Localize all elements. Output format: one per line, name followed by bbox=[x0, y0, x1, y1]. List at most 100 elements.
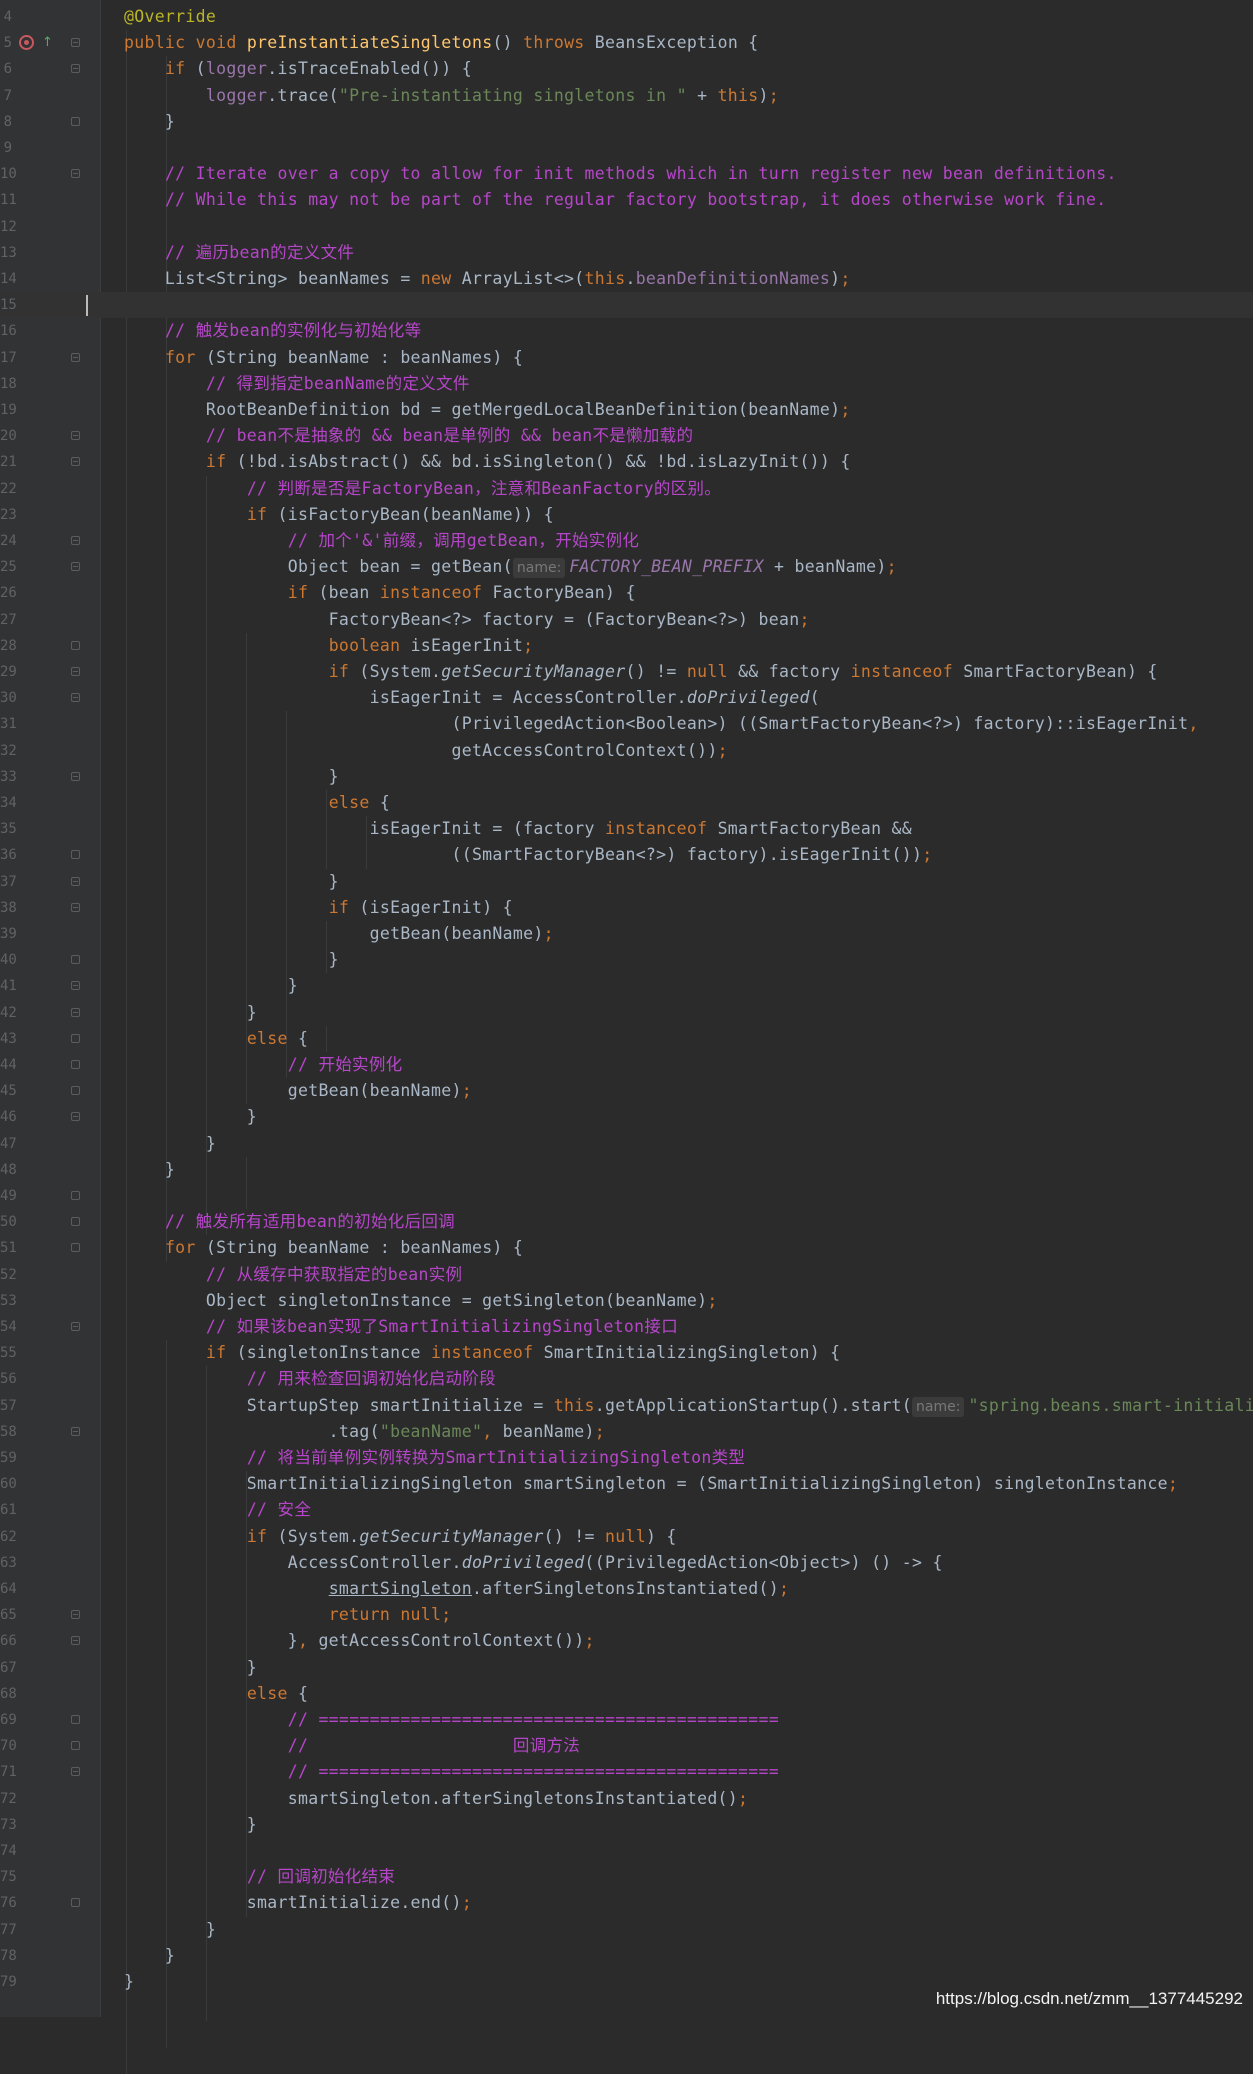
code-line[interactable]: 14 List<String> beanNames = new ArrayLis… bbox=[0, 266, 1253, 292]
code-line[interactable]: 38 if (isEagerInit) { bbox=[0, 895, 1253, 921]
code-line[interactable]: 26 if (bean instanceof FactoryBean) { bbox=[0, 580, 1253, 606]
code-line[interactable]: 51 for (String beanName : beanNames) { bbox=[0, 1235, 1253, 1261]
code-line[interactable]: 36 ((SmartFactoryBean<?>) factory).isEag… bbox=[0, 842, 1253, 868]
code-line[interactable]: 23 if (isFactoryBean(beanName)) { bbox=[0, 502, 1253, 528]
code-line[interactable]: 58 .tag("beanName", beanName); bbox=[0, 1419, 1253, 1445]
fold-marker-icon[interactable] bbox=[71, 693, 80, 703]
code-line[interactable]: 19 RootBeanDefinition bd = getMergedLoca… bbox=[0, 397, 1253, 423]
code-line[interactable]: 68 else { bbox=[0, 1681, 1253, 1707]
code-editor[interactable]: 4 @Override 5 ↑ public void preInstantiateSi… bbox=[0, 0, 1253, 2074]
code-line[interactable]: 32 getAccessControlContext()); bbox=[0, 738, 1253, 764]
override-breakpoint-icon[interactable] bbox=[19, 35, 34, 51]
code-line[interactable]: 29 if (System.getSecurityManager() != nu… bbox=[0, 659, 1253, 685]
implements-up-arrow-icon[interactable]: ↑ bbox=[42, 35, 58, 51]
code-line[interactable]: 39 getBean(beanName); bbox=[0, 921, 1253, 947]
code-line[interactable]: 57 StartupStep smartInitialize = this.ge… bbox=[0, 1393, 1253, 1419]
code-line[interactable]: 16 // 触发bean的实例化与初始化等 bbox=[0, 318, 1253, 344]
code-line[interactable]: 13 // 遍历bean的定义文件 bbox=[0, 240, 1253, 266]
code-line[interactable]: 12 bbox=[0, 214, 1253, 240]
code-line[interactable]: 15 bbox=[0, 292, 1253, 319]
code-line[interactable]: 42 } bbox=[0, 1000, 1253, 1026]
code-line[interactable]: 25 Object bean = getBean(name: FACTORY_BE… bbox=[0, 554, 1253, 580]
fold-marker-icon[interactable] bbox=[71, 1715, 80, 1724]
code-line[interactable]: 75 // 回调初始化结束 bbox=[0, 1864, 1253, 1890]
code-line[interactable]: 61 // 安全 bbox=[0, 1497, 1253, 1523]
fold-marker-icon[interactable] bbox=[71, 1322, 80, 1331]
fold-marker-icon[interactable] bbox=[71, 64, 80, 74]
code-line[interactable]: 18 // 得到指定beanName的定义文件 bbox=[0, 371, 1253, 397]
code-line[interactable]: 7 logger.trace("Pre-instantiating single… bbox=[0, 83, 1253, 109]
code-line[interactable]: 24 // 加个'&'前缀，调用getBean，开始实例化 bbox=[0, 528, 1253, 554]
code-line[interactable]: 52 // 从缓存中获取指定的bean实例 bbox=[0, 1262, 1253, 1288]
fold-marker-icon[interactable] bbox=[71, 876, 80, 886]
code-line[interactable]: 48 } bbox=[0, 1157, 1253, 1183]
code-line[interactable]: 71 // ==================================… bbox=[0, 1759, 1253, 1785]
code-line[interactable]: 4 @Override bbox=[0, 4, 1253, 30]
code-line[interactable]: 9 bbox=[0, 135, 1253, 161]
code-line[interactable]: 45 getBean(beanName); bbox=[0, 1078, 1253, 1104]
code-line[interactable]: 22 // 判断是否是FactoryBean，注意和BeanFactory的区别… bbox=[0, 476, 1253, 502]
code-line[interactable]: 62 if (System.getSecurityManager() != nu… bbox=[0, 1524, 1253, 1550]
code-line[interactable]: 5 ↑ public void preInstantiateSingletons()… bbox=[0, 30, 1253, 56]
code-line[interactable]: 65 return null; bbox=[0, 1602, 1253, 1628]
fold-marker-icon[interactable] bbox=[71, 771, 80, 781]
code-line[interactable]: 53 Object singletonInstance = getSinglet… bbox=[0, 1288, 1253, 1314]
fold-marker-icon[interactable] bbox=[71, 902, 80, 912]
fold-marker-icon[interactable] bbox=[71, 457, 80, 467]
code-line[interactable]: 40 } bbox=[0, 947, 1253, 973]
fold-marker-icon[interactable] bbox=[71, 1767, 80, 1777]
code-line[interactable]: 77 } bbox=[0, 1917, 1253, 1943]
fold-marker-icon[interactable] bbox=[71, 1610, 80, 1620]
code-line[interactable]: 54 // 如果该bean实现了SmartInitializingSinglet… bbox=[0, 1314, 1253, 1340]
fold-marker-icon[interactable] bbox=[71, 431, 80, 441]
code-line[interactable]: 43 else { bbox=[0, 1026, 1253, 1052]
code-line[interactable]: 72 smartSingleton.afterSingletonsInstant… bbox=[0, 1786, 1253, 1812]
code-line[interactable]: 66 }, getAccessControlContext()); bbox=[0, 1628, 1253, 1654]
code-line[interactable]: 63 AccessController.doPrivileged((Privil… bbox=[0, 1550, 1253, 1576]
code-line[interactable]: 11 // While this may not be part of the … bbox=[0, 187, 1253, 213]
fold-marker-icon[interactable] bbox=[71, 562, 80, 572]
fold-marker-icon[interactable] bbox=[71, 1898, 80, 1908]
code-line[interactable]: 37 } bbox=[0, 869, 1253, 895]
code-line[interactable]: 20 // bean不是抽象的 && bean是单例的 && bean不是懒加载… bbox=[0, 423, 1253, 449]
code-line[interactable]: 59 // 将当前单例实例转换为SmartInitializingSinglet… bbox=[0, 1445, 1253, 1471]
code-line[interactable]: 35 isEagerInit = (factory instanceof Sma… bbox=[0, 816, 1253, 842]
fold-marker-icon[interactable] bbox=[71, 1033, 80, 1043]
code-line[interactable]: 21 if (!bd.isAbstract() && bd.isSingleto… bbox=[0, 449, 1253, 475]
fold-marker-icon[interactable] bbox=[71, 1426, 80, 1436]
fold-marker-icon[interactable] bbox=[71, 955, 80, 965]
code-line[interactable]: 10 // Iterate over a copy to allow for i… bbox=[0, 161, 1253, 187]
code-line[interactable]: 73 } bbox=[0, 1812, 1253, 1838]
code-line[interactable]: 6 if (logger.isTraceEnabled()) { bbox=[0, 56, 1253, 82]
fold-marker-icon[interactable] bbox=[71, 1243, 80, 1253]
code-line[interactable]: 47 } bbox=[0, 1131, 1253, 1157]
code-line[interactable]: 70 // 回调方法 bbox=[0, 1733, 1253, 1759]
fold-marker-icon[interactable] bbox=[71, 981, 80, 991]
fold-marker-icon[interactable] bbox=[71, 38, 80, 48]
code-line[interactable]: 76 smartInitialize.end(); bbox=[0, 1890, 1253, 1916]
code-line[interactable]: 50 // 触发所有适用bean的初始化后回调 bbox=[0, 1209, 1253, 1235]
fold-marker-icon[interactable] bbox=[71, 169, 80, 179]
fold-marker-icon[interactable] bbox=[71, 1007, 80, 1017]
code-line[interactable]: 34 else { bbox=[0, 790, 1253, 816]
code-line[interactable]: 74 bbox=[0, 1838, 1253, 1864]
fold-marker-icon[interactable] bbox=[71, 667, 80, 676]
fold-marker-icon[interactable] bbox=[71, 640, 80, 650]
fold-marker-icon[interactable] bbox=[71, 1191, 80, 1200]
code-line[interactable]: 8 } bbox=[0, 109, 1253, 135]
code-line[interactable]: 41 } bbox=[0, 973, 1253, 999]
code-line[interactable]: 27 FactoryBean<?> factory = (FactoryBean… bbox=[0, 607, 1253, 633]
fold-marker-icon[interactable] bbox=[71, 1741, 80, 1751]
code-line[interactable]: 30 isEagerInit = AccessController.doPriv… bbox=[0, 685, 1253, 711]
fold-marker-icon[interactable] bbox=[71, 1636, 80, 1646]
fold-marker-icon[interactable] bbox=[71, 352, 80, 362]
code-line[interactable]: 17 for (String beanName : beanNames) { bbox=[0, 345, 1253, 371]
code-line[interactable]: 46 } bbox=[0, 1104, 1253, 1130]
code-line[interactable]: 44 // 开始实例化 bbox=[0, 1052, 1253, 1078]
code-line[interactable]: 33 } bbox=[0, 764, 1253, 790]
code-line[interactable]: 49 bbox=[0, 1183, 1253, 1209]
fold-marker-icon[interactable] bbox=[71, 1060, 80, 1069]
fold-marker-icon[interactable] bbox=[71, 536, 80, 545]
fold-marker-icon[interactable] bbox=[71, 116, 80, 126]
code-line[interactable]: 69 // ==================================… bbox=[0, 1707, 1253, 1733]
